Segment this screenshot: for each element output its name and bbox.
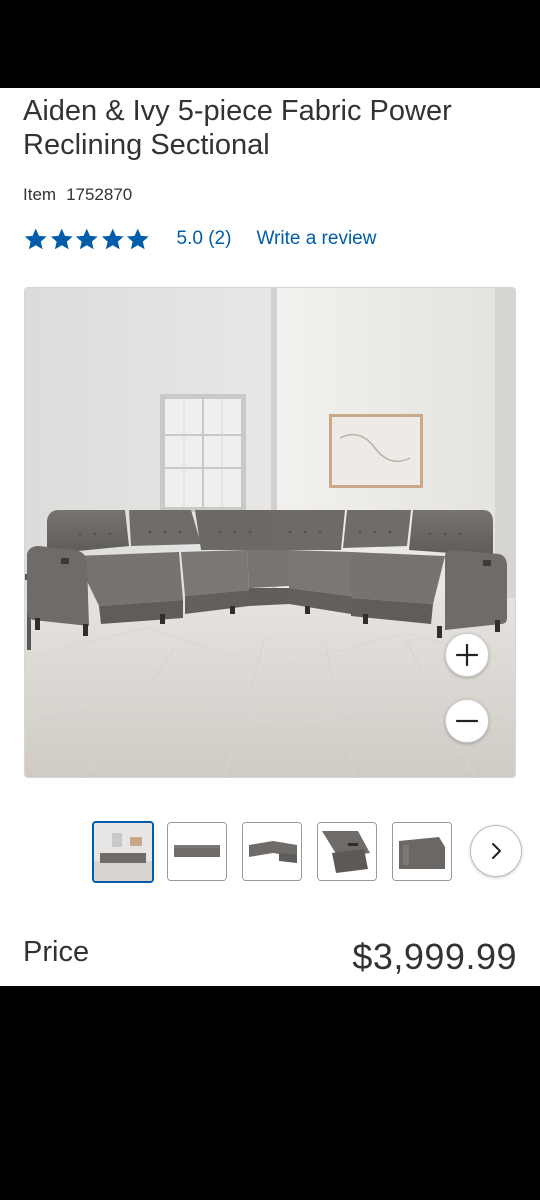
thumbnail-1[interactable] (92, 821, 154, 883)
price-label: Price (23, 936, 90, 968)
thumbnail-4[interactable] (317, 822, 377, 881)
recliner-open-thumbnail (318, 823, 376, 880)
rating-value[interactable]: 5.0 (2) (177, 228, 232, 250)
star-icon (50, 228, 73, 249)
star-rating[interactable] (23, 227, 151, 252)
star-icon (101, 228, 124, 249)
item-number: 1752870 (66, 185, 133, 204)
price-value: $3,999.99 (352, 936, 517, 977)
rating-score: 5.0 (176, 228, 203, 249)
item-number-line: Item 1752870 (23, 185, 132, 205)
zoom-in-button[interactable] (445, 633, 489, 677)
chevron-right-icon (492, 843, 501, 859)
main-product-image[interactable] (24, 287, 516, 778)
rating-count: (2) (208, 228, 232, 249)
rating-row: 5.0 (2) Write a review (23, 224, 376, 254)
star-icon (24, 228, 47, 249)
product-page: Aiden & Ivy 5-piece Fabric Power Reclini… (0, 88, 540, 986)
star-icon (126, 228, 149, 249)
sectional-angle-thumbnail (243, 823, 301, 880)
star-icon (75, 228, 98, 249)
thumbnail-2[interactable] (167, 822, 227, 881)
plus-icon (455, 643, 479, 667)
write-review-link[interactable]: Write a review (256, 228, 376, 250)
zoom-out-button[interactable] (445, 699, 489, 743)
thumbnail-5[interactable] (392, 822, 452, 881)
item-label: Item (23, 185, 57, 204)
thumbnail-3[interactable] (242, 822, 302, 881)
sectional-front-thumbnail (168, 823, 226, 880)
minus-icon (455, 719, 479, 723)
sectional-room-image (25, 288, 515, 777)
next-thumbnails-button[interactable] (470, 825, 522, 877)
sofa-arm-closeup-thumbnail (393, 823, 451, 880)
product-title: Aiden & Ivy 5-piece Fabric Power Reclini… (23, 95, 452, 161)
sectional-room-thumbnail (94, 823, 152, 881)
